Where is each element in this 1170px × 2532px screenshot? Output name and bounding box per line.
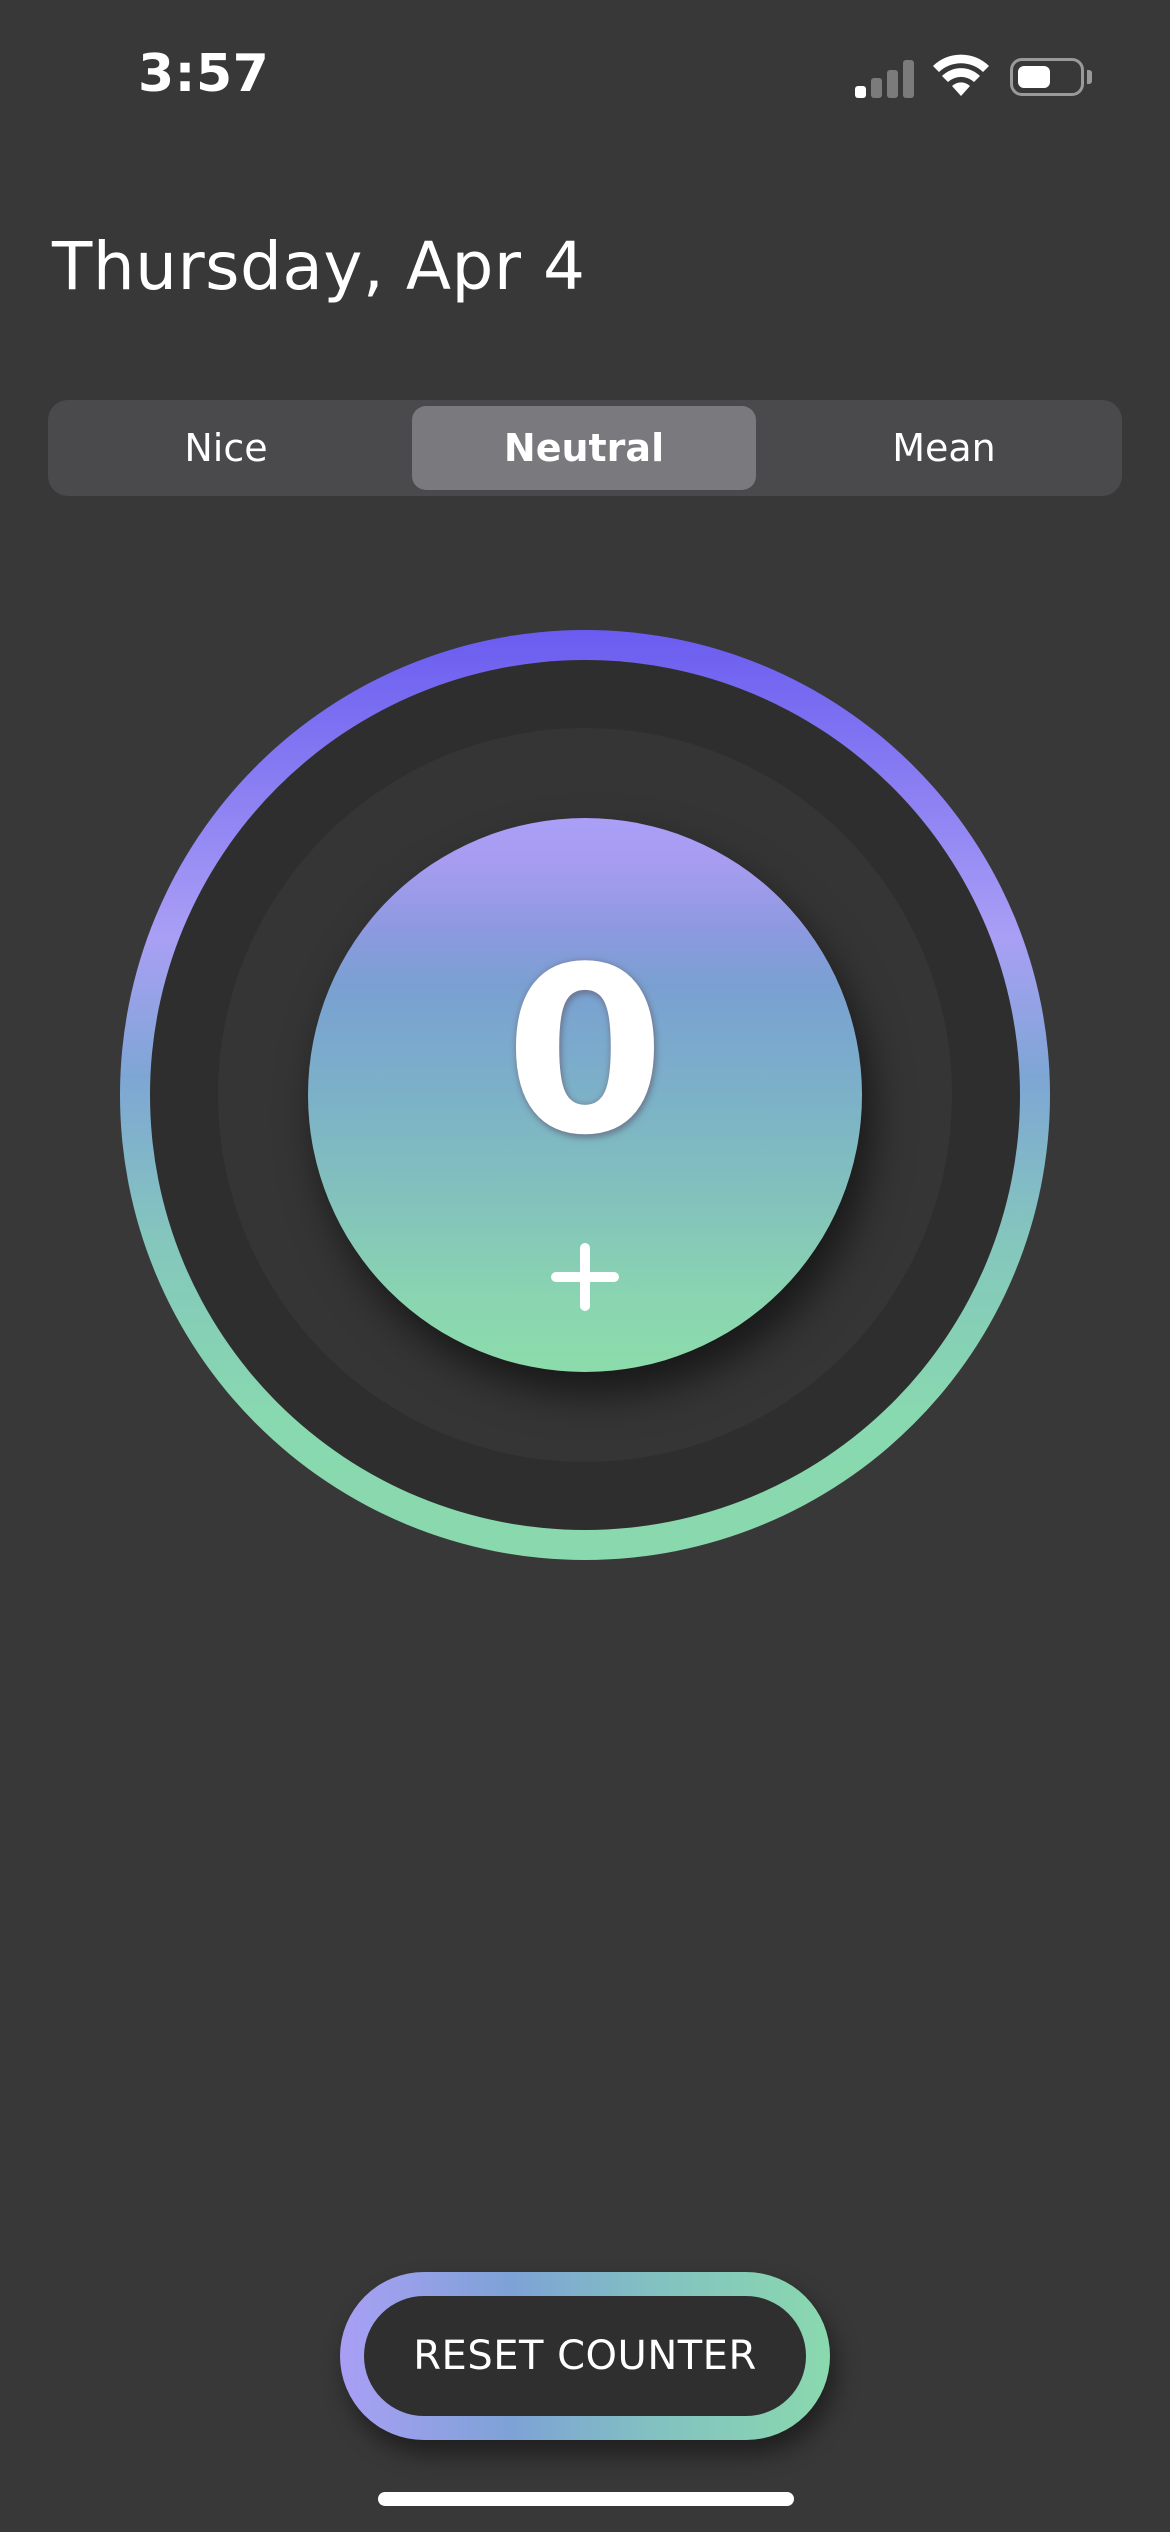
battery-level (1018, 66, 1050, 88)
segment-neutral[interactable]: Neutral (412, 406, 756, 490)
counter-increment-button[interactable]: 0 (308, 818, 862, 1372)
date-title: Thursday, Apr 4 (52, 228, 586, 305)
home-indicator[interactable] (378, 2492, 794, 2506)
reset-counter-button[interactable]: RESET COUNTER (340, 2272, 830, 2440)
reset-counter-label: RESET COUNTER (364, 2296, 806, 2416)
segment-nice[interactable]: Nice (54, 406, 398, 490)
status-time: 3:57 (138, 44, 270, 104)
signal-bar-2 (871, 78, 882, 98)
mood-segmented-control: Nice Neutral Mean (48, 400, 1122, 496)
signal-bar-4 (903, 60, 914, 98)
wifi-icon (933, 54, 989, 96)
battery-icon (1010, 58, 1084, 96)
plus-icon (551, 1243, 619, 1311)
counter-value: 0 (504, 919, 666, 1186)
signal-bar-1 (855, 86, 866, 98)
cellular-signal-icon (855, 58, 915, 98)
battery-cap (1087, 70, 1092, 84)
signal-bar-3 (887, 70, 898, 98)
segment-mean[interactable]: Mean (772, 406, 1116, 490)
app-screen: 3:57 Thursday, Apr 4 Nice Neutral Mean 0… (0, 0, 1170, 2532)
